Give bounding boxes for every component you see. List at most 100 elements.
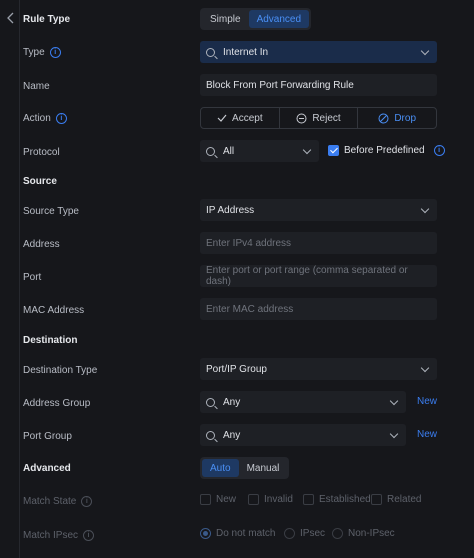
checkbox-checked-icon[interactable] xyxy=(328,145,339,156)
protocol-label: Protocol xyxy=(23,146,60,158)
info-icon[interactable]: i xyxy=(433,145,445,156)
reject-label: Reject xyxy=(312,112,341,124)
search-icon xyxy=(206,397,215,407)
port-input[interactable]: Enter port or port range (comma separate… xyxy=(200,265,437,287)
chevron-down-icon xyxy=(389,429,399,439)
ipsec-radio[interactable]: IPsec xyxy=(284,528,332,539)
type-label-text: Type xyxy=(23,46,45,58)
info-icon: i xyxy=(81,495,93,507)
address-label: Address xyxy=(23,238,60,250)
checkbox-icon xyxy=(248,494,259,505)
type-value: Internet In xyxy=(223,46,269,58)
check-icon xyxy=(217,114,227,122)
protocol-select[interactable]: All xyxy=(200,140,319,162)
info-icon: i xyxy=(83,529,95,541)
name-label: Name xyxy=(23,80,50,92)
source-type-value: IP Address xyxy=(206,204,255,216)
type-label: Type i xyxy=(23,45,61,59)
match-new-label: New xyxy=(216,494,237,505)
block-icon xyxy=(378,113,389,123)
chevron-down-icon xyxy=(420,363,430,373)
search-icon xyxy=(206,47,215,57)
search-icon xyxy=(206,146,215,156)
ipsec-label: IPsec xyxy=(300,528,326,539)
match-invalid-label: Invalid xyxy=(264,494,293,505)
mac-address-input[interactable]: Enter MAC address xyxy=(200,298,437,320)
match-established-label: Established xyxy=(319,494,371,505)
auto-option[interactable]: Auto xyxy=(202,459,239,477)
match-ipsec-label-text: Match IPsec xyxy=(23,529,79,541)
radio-selected-icon xyxy=(200,528,211,539)
advanced-toggle: Auto Manual xyxy=(200,457,290,479)
checkbox-icon xyxy=(303,494,314,505)
before-predefined-checkbox[interactable]: Before Predefined i xyxy=(328,145,445,156)
chevron-down-icon xyxy=(420,204,430,214)
accept-option[interactable]: Accept xyxy=(201,108,280,128)
non-ipsec-label: Non-IPsec xyxy=(348,528,395,539)
name-value: Block From Port Forwarding Rule xyxy=(206,79,354,91)
drop-label: Drop xyxy=(394,112,417,124)
address-placeholder: Enter IPv4 address xyxy=(206,237,292,249)
address-group-select[interactable]: Any xyxy=(200,391,406,413)
action-label-text: Action xyxy=(23,112,51,124)
address-input[interactable]: Enter IPv4 address xyxy=(200,232,437,254)
port-group-value: Any xyxy=(223,429,241,441)
advanced-option[interactable]: Advanced xyxy=(248,10,310,28)
destination-type-label: Destination Type xyxy=(23,364,98,376)
match-state-options: New Invalid Established Related xyxy=(200,494,421,505)
chevron-left-icon[interactable] xyxy=(5,11,17,25)
port-label: Port xyxy=(23,271,42,283)
destination-type-select[interactable]: Port/IP Group xyxy=(200,358,437,380)
name-input[interactable]: Block From Port Forwarding Rule xyxy=(200,74,437,96)
port-group-select[interactable]: Any xyxy=(200,424,406,446)
chevron-down-icon xyxy=(302,145,312,155)
mac-address-label: MAC Address xyxy=(23,304,85,316)
new-address-group-link[interactable]: New xyxy=(417,396,437,407)
source-type-label: Source Type xyxy=(23,205,79,217)
address-group-value: Any xyxy=(223,396,241,408)
match-ipsec-label: Match IPsec i xyxy=(23,528,95,542)
do-not-match-label: Do not match xyxy=(216,528,276,539)
mac-placeholder: Enter MAC address xyxy=(206,303,294,315)
rule-type-toggle: Simple Advanced xyxy=(200,8,312,30)
before-predefined-label: Before Predefined xyxy=(344,145,425,156)
match-related-label: Related xyxy=(387,494,422,505)
checkbox-icon xyxy=(371,494,382,505)
reject-icon xyxy=(296,113,307,123)
advanced-section-title: Advanced xyxy=(23,462,71,474)
info-icon[interactable]: i xyxy=(55,112,67,124)
chevron-down-icon xyxy=(389,396,399,406)
match-invalid-checkbox[interactable]: Invalid xyxy=(248,494,303,505)
match-ipsec-options: Do not match IPsec Non-IPsec xyxy=(200,528,395,539)
destination-section-title: Destination xyxy=(23,334,78,346)
chevron-down-icon xyxy=(420,46,430,56)
source-section-title: Source xyxy=(23,175,57,187)
reject-option[interactable]: Reject xyxy=(280,108,359,128)
port-group-label: Port Group xyxy=(23,430,72,442)
search-icon xyxy=(206,430,215,440)
accept-label: Accept xyxy=(232,112,263,124)
match-state-label-text: Match State xyxy=(23,495,77,507)
non-ipsec-radio[interactable]: Non-IPsec xyxy=(332,528,395,539)
radio-icon xyxy=(284,528,295,539)
do-not-match-radio[interactable]: Do not match xyxy=(200,528,284,539)
action-label: Action i xyxy=(23,111,67,125)
manual-option[interactable]: Manual xyxy=(239,459,288,477)
new-port-group-link[interactable]: New xyxy=(417,429,437,440)
source-type-select[interactable]: IP Address xyxy=(200,199,437,221)
back-strip xyxy=(0,0,20,558)
destination-type-value: Port/IP Group xyxy=(206,363,267,375)
info-icon[interactable]: i xyxy=(49,46,61,58)
match-new-checkbox[interactable]: New xyxy=(200,494,250,505)
type-select[interactable]: Internet In xyxy=(200,41,437,63)
drop-option[interactable]: Drop xyxy=(358,108,436,128)
simple-option[interactable]: Simple xyxy=(202,10,249,28)
address-group-label: Address Group xyxy=(23,397,91,409)
checkbox-icon xyxy=(200,494,211,505)
match-related-checkbox[interactable]: Related xyxy=(371,494,421,505)
match-established-checkbox[interactable]: Established xyxy=(303,494,371,505)
radio-icon xyxy=(332,528,343,539)
match-state-label: Match State i xyxy=(23,494,93,508)
action-segmented: Accept Reject Drop xyxy=(200,107,437,129)
protocol-value: All xyxy=(223,145,235,157)
